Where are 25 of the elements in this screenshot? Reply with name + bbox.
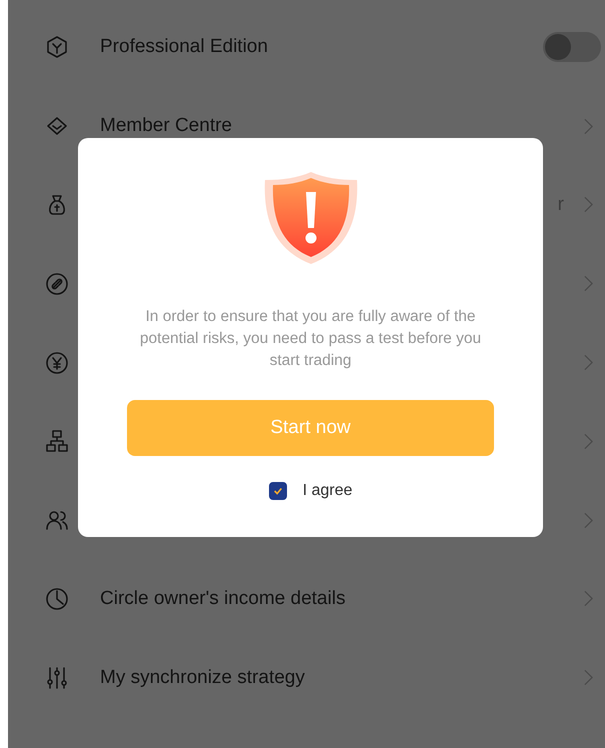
pie-clock-icon <box>45 586 69 611</box>
start-now-button[interactable]: Start now <box>127 400 494 456</box>
hierarchy-icon <box>45 429 69 454</box>
menu-item-label[interactable]: Member Centre <box>100 115 232 138</box>
chevron-right-icon <box>584 275 593 292</box>
menu-item-label[interactable]: Professional Edition <box>100 36 268 58</box>
toggle-switch[interactable] <box>543 32 601 62</box>
warning-message: In order to ensure that you are fully aware of the potential risks, you need to pass a test before you start trading <box>138 307 482 371</box>
agree-label[interactable]: I agree <box>302 482 352 500</box>
hexagon-icon <box>45 35 69 60</box>
chevron-right-icon <box>584 354 593 372</box>
checkmark-icon <box>272 486 283 496</box>
menu-item-label[interactable]: My synchronize strategy <box>100 666 305 689</box>
chevron-right-icon <box>584 512 593 529</box>
link-icon <box>45 272 69 296</box>
sliders-icon <box>45 666 69 690</box>
people-icon <box>45 508 69 532</box>
agree-checkbox[interactable] <box>268 482 287 500</box>
chevron-right-icon <box>584 432 593 450</box>
chevron-right-icon <box>584 590 593 608</box>
chevron-right-icon <box>584 669 593 686</box>
menu-item-label[interactable]: Circle owner's income details <box>100 588 346 610</box>
chevron-right-icon <box>584 196 593 214</box>
yen-icon <box>45 350 69 375</box>
chevron-right-icon <box>584 118 593 135</box>
